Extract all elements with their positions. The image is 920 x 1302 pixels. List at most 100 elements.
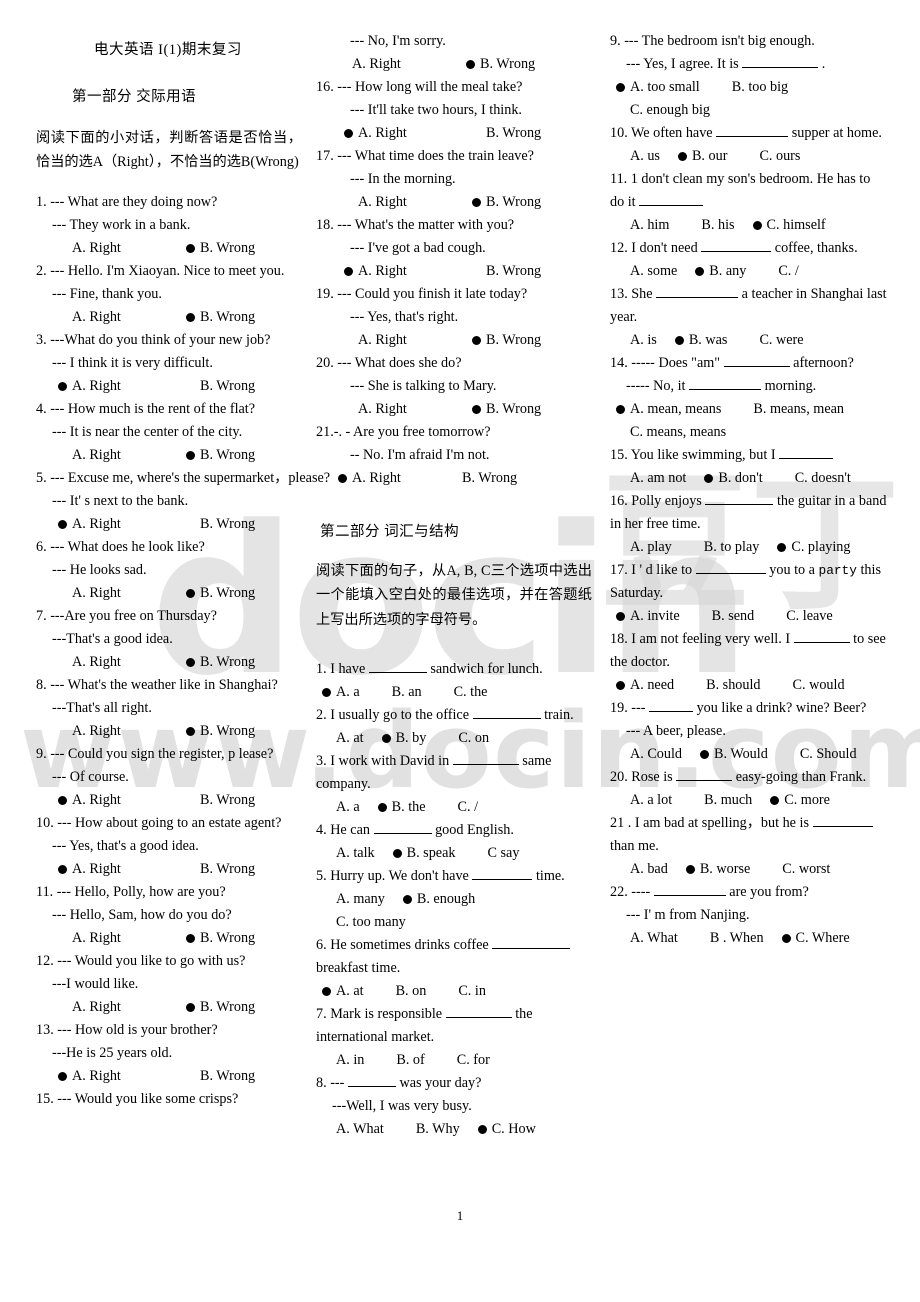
- option-a[interactable]: A. What: [322, 1118, 384, 1141]
- option-a[interactable]: A. Right: [58, 513, 186, 536]
- option-a[interactable]: A. Right: [344, 122, 472, 145]
- option-a[interactable]: A. talk: [322, 842, 375, 865]
- option-c[interactable]: C. in: [444, 980, 486, 1003]
- option-b[interactable]: B. his: [687, 214, 734, 237]
- option-b[interactable]: B. Wrong: [186, 858, 255, 881]
- option-b[interactable]: B. Wrong: [186, 996, 255, 1019]
- option-b[interactable]: B. Wrong: [472, 260, 541, 283]
- option-c[interactable]: C say: [474, 842, 520, 865]
- option-b[interactable]: B. Wrong: [186, 1065, 255, 1088]
- option-a[interactable]: A. many: [322, 888, 385, 911]
- option-a[interactable]: A. Right: [58, 582, 186, 605]
- option-a[interactable]: A. need: [616, 674, 674, 697]
- option-c[interactable]: C. means, means: [616, 421, 726, 444]
- option-c[interactable]: C. /: [444, 796, 479, 819]
- option-c[interactable]: C. himself: [752, 214, 826, 237]
- option-c[interactable]: C. the: [440, 681, 488, 704]
- option-c[interactable]: C. for: [443, 1049, 490, 1072]
- option-b[interactable]: B. Wrong: [186, 306, 255, 329]
- option-c[interactable]: C. too many: [322, 911, 406, 934]
- option-a[interactable]: A. mean, means: [616, 398, 721, 421]
- option-b[interactable]: B. Wrong: [186, 375, 255, 398]
- option-a[interactable]: A. Right: [338, 467, 448, 490]
- option-b[interactable]: B. Wrong: [186, 513, 255, 536]
- option-c[interactable]: C. /: [764, 260, 799, 283]
- option-b[interactable]: B. by: [381, 727, 426, 750]
- option-b[interactable]: B. send: [698, 605, 755, 628]
- option-c[interactable]: C. were: [745, 329, 803, 352]
- option-b[interactable]: B. Wrong: [472, 191, 541, 214]
- option-c[interactable]: C. leave: [772, 605, 832, 628]
- option-b[interactable]: B. Wrong: [186, 444, 255, 467]
- option-a[interactable]: A. am not: [616, 467, 686, 490]
- option-a[interactable]: A. at: [322, 980, 364, 1003]
- option-a[interactable]: A. Right: [58, 858, 186, 881]
- option-a[interactable]: A. invite: [616, 605, 680, 628]
- option-b[interactable]: B. Wrong: [186, 582, 255, 605]
- option-b[interactable]: B. worse: [685, 858, 750, 881]
- option-a[interactable]: A. some: [616, 260, 677, 283]
- option-a[interactable]: A. a: [322, 681, 360, 704]
- option-a[interactable]: A. Right: [58, 444, 186, 467]
- option-b[interactable]: B . When: [696, 927, 764, 950]
- option-b[interactable]: B. Wrong: [186, 237, 255, 260]
- option-c[interactable]: C. Where: [781, 927, 850, 950]
- option-a[interactable]: A. Right: [58, 927, 186, 950]
- option-b[interactable]: B. means, mean: [739, 398, 844, 421]
- option-c[interactable]: C. How: [477, 1118, 536, 1141]
- option-b[interactable]: B. Would: [700, 743, 768, 766]
- option-b[interactable]: B. any: [695, 260, 746, 283]
- option-a[interactable]: A. a: [322, 796, 360, 819]
- option-b[interactable]: B. too big: [718, 76, 788, 99]
- option-a[interactable]: A. Right: [344, 398, 472, 421]
- option-c[interactable]: C. on: [444, 727, 489, 750]
- option-b[interactable]: B. Wrong: [472, 329, 541, 352]
- option-c[interactable]: C. more: [770, 789, 830, 812]
- option-b[interactable]: B. Wrong: [186, 720, 255, 743]
- option-b[interactable]: B. enough: [402, 888, 475, 911]
- option-a[interactable]: A. Right: [58, 1065, 186, 1088]
- option-b[interactable]: B. Wrong: [186, 651, 255, 674]
- option-a[interactable]: A. a lot: [616, 789, 672, 812]
- option-a[interactable]: A. him: [616, 214, 669, 237]
- option-b[interactable]: B. Wrong: [448, 467, 517, 490]
- option-c[interactable]: C. doesn't: [781, 467, 851, 490]
- option-b[interactable]: B. the: [377, 796, 426, 819]
- option-b[interactable]: B. on: [382, 980, 427, 1003]
- option-c[interactable]: C. ours: [745, 145, 800, 168]
- option-b[interactable]: B. of: [382, 1049, 424, 1072]
- option-b[interactable]: B. don't: [704, 467, 763, 490]
- option-a[interactable]: A. Right: [58, 237, 186, 260]
- option-a[interactable]: A. Right: [58, 996, 186, 1019]
- option-a[interactable]: A. play: [616, 536, 672, 559]
- option-b[interactable]: B. Wrong: [186, 789, 255, 812]
- option-a[interactable]: A. Right: [58, 651, 186, 674]
- option-a[interactable]: A. too small: [616, 76, 700, 99]
- option-c[interactable]: C. playing: [777, 536, 850, 559]
- option-c[interactable]: C. Should: [786, 743, 857, 766]
- option-b[interactable]: B. should: [692, 674, 760, 697]
- option-a[interactable]: A. What: [616, 927, 678, 950]
- option-a[interactable]: A. Right: [58, 375, 186, 398]
- option-b[interactable]: B. much: [690, 789, 752, 812]
- option-b[interactable]: B. an: [378, 681, 422, 704]
- option-b[interactable]: B. Wrong: [186, 927, 255, 950]
- option-b[interactable]: B. speak: [392, 842, 456, 865]
- option-a[interactable]: A. is: [616, 329, 657, 352]
- option-b[interactable]: B. Why: [402, 1118, 460, 1141]
- option-b[interactable]: B. our: [677, 145, 727, 168]
- option-a[interactable]: A. Right: [58, 720, 186, 743]
- option-c[interactable]: C. worst: [768, 858, 830, 881]
- option-a[interactable]: A. Right: [344, 260, 472, 283]
- option-a[interactable]: A. Right: [58, 789, 186, 812]
- option-a[interactable]: A. bad: [616, 858, 668, 881]
- option-c[interactable]: C. would: [779, 674, 845, 697]
- option-c[interactable]: C. enough big: [616, 99, 710, 122]
- option-b[interactable]: B. Wrong: [466, 53, 535, 76]
- option-a[interactable]: A. Right: [58, 306, 186, 329]
- option-b[interactable]: B. to play: [690, 536, 760, 559]
- option-a[interactable]: A. Right: [338, 53, 466, 76]
- option-b[interactable]: B. was: [674, 329, 727, 352]
- option-a[interactable]: A. Right: [344, 329, 472, 352]
- option-a[interactable]: A. in: [322, 1049, 364, 1072]
